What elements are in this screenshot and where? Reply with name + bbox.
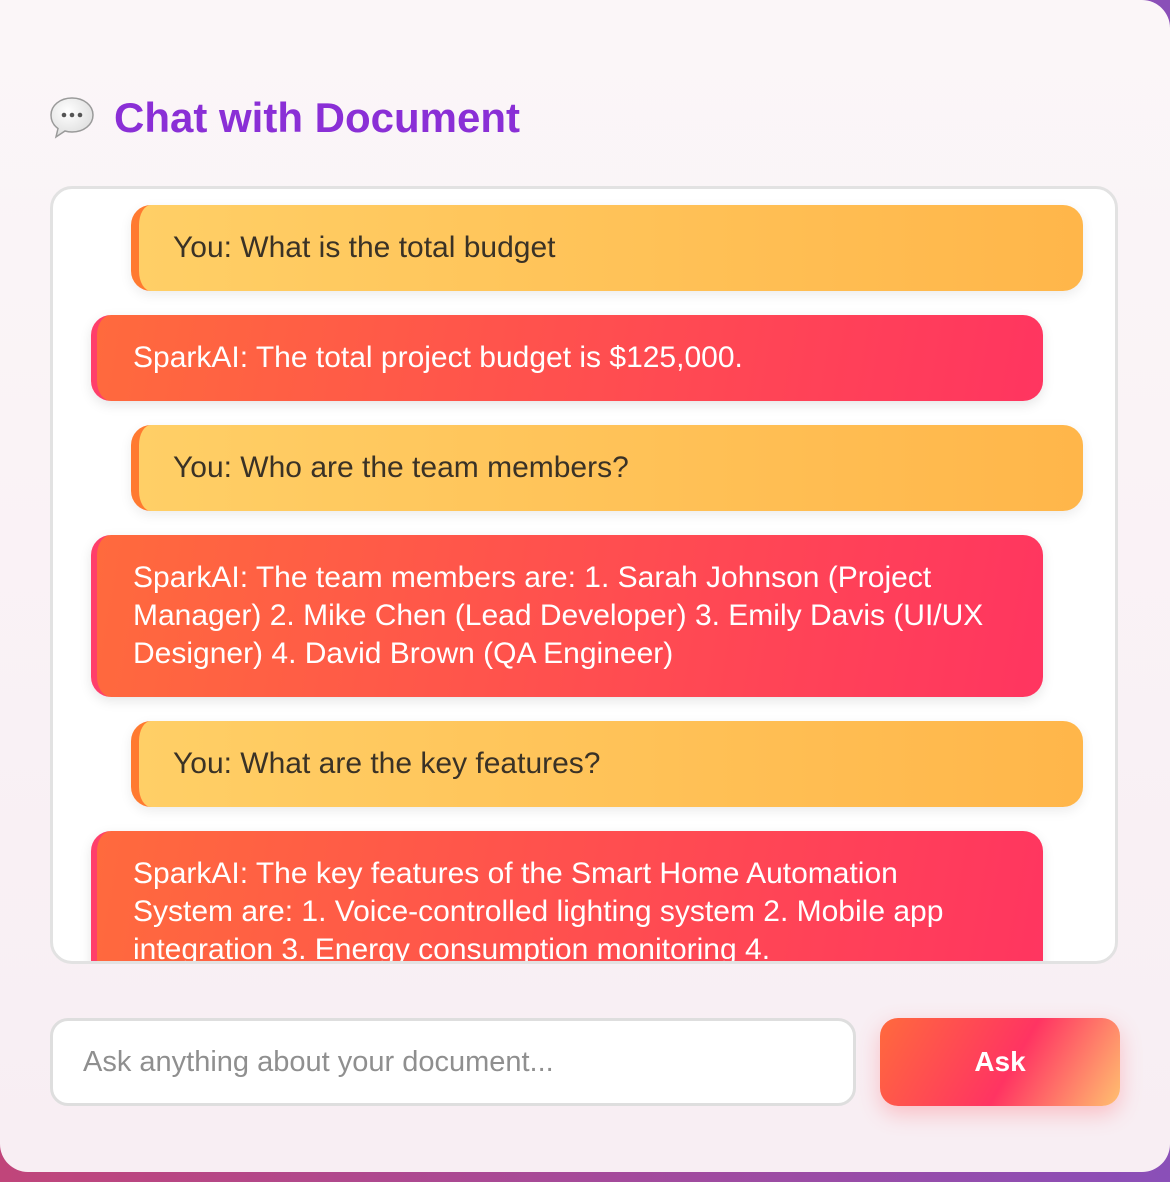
user-message: You: What is the total budget: [131, 205, 1083, 291]
speech-bubble-icon: [48, 94, 96, 142]
chat-header: Chat with Document: [48, 88, 520, 148]
page-title: Chat with Document: [114, 94, 520, 141]
ask-button[interactable]: Ask: [880, 1018, 1120, 1106]
user-message: You: What are the key features?: [131, 721, 1083, 807]
question-input-wrapper: [50, 1018, 856, 1106]
chat-panel: Chat with Document You: What is the tota…: [0, 0, 1170, 1172]
user-message: You: Who are the team members?: [131, 425, 1083, 511]
chat-history[interactable]: You: What is the total budget SparkAI: T…: [50, 186, 1118, 964]
ai-message: SparkAI: The key features of the Smart H…: [91, 831, 1043, 961]
ai-message: SparkAI: The total project budget is $12…: [91, 315, 1043, 401]
question-input[interactable]: [53, 1021, 853, 1103]
ai-message: SparkAI: The team members are: 1. Sarah …: [91, 535, 1043, 697]
